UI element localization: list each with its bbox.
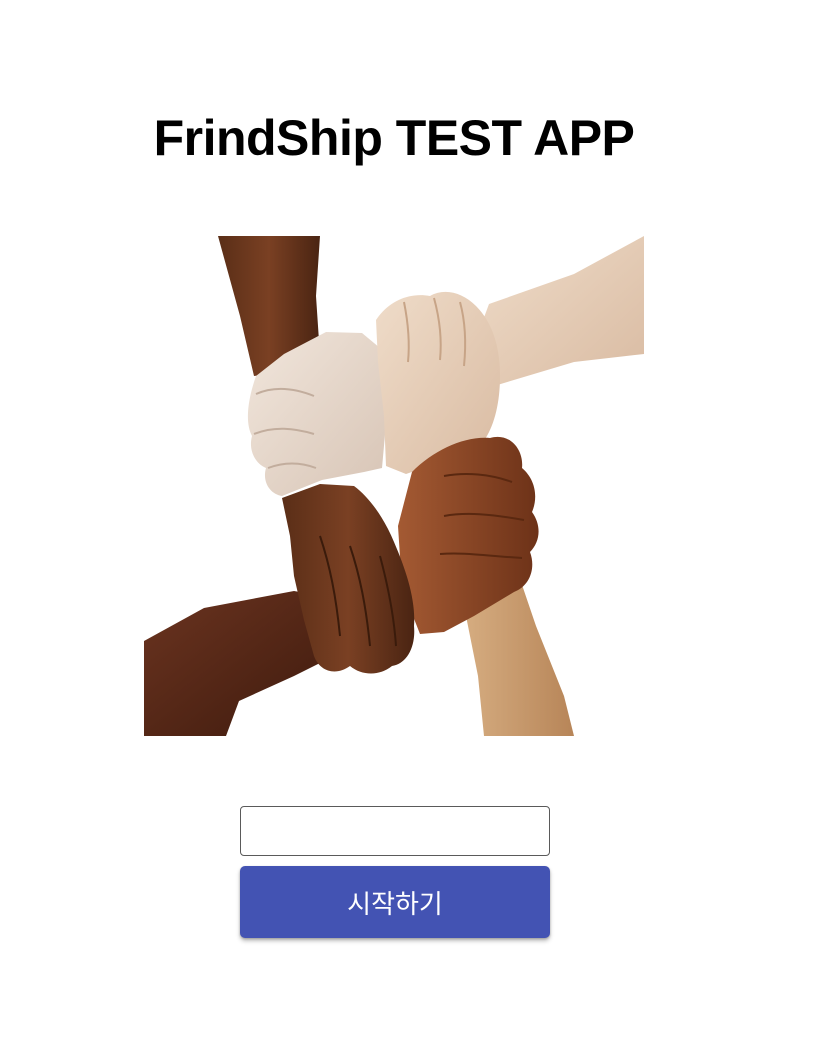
name-input[interactable] [240,806,550,856]
app-title: FrindShip TEST APP [153,110,635,166]
start-button[interactable]: 시작하기 [240,866,550,938]
friendship-hands-image [144,236,644,736]
hands-illustration [144,236,644,736]
